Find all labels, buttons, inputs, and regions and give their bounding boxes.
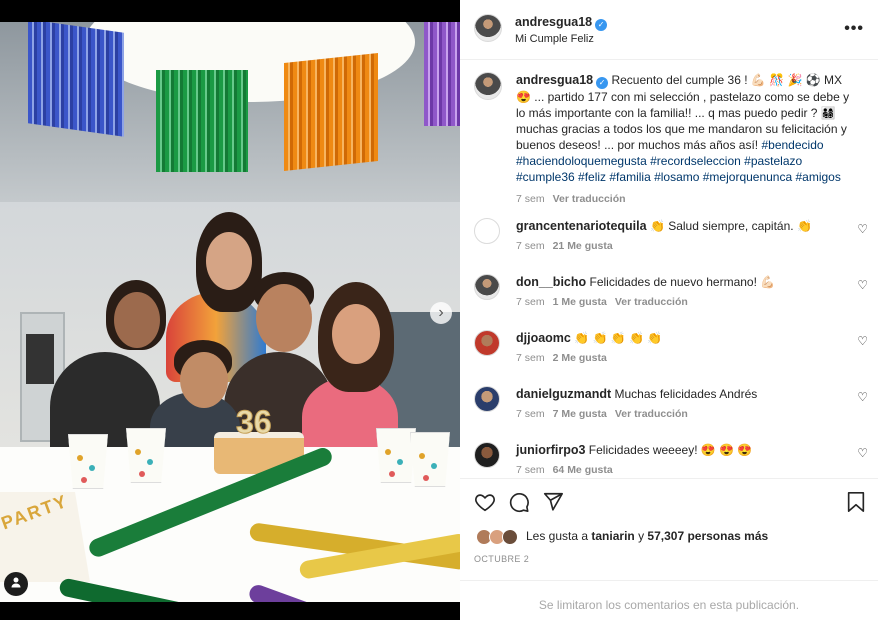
author-username[interactable]: andresgua18 [515,15,592,29]
user-tag-icon[interactable] [4,572,28,596]
comment-meta: 7 sem 1 Me gusta Ver traducción [516,296,688,308]
photo-cup [126,428,166,483]
comment-username[interactable]: don__bicho [516,275,586,289]
comment-avatar[interactable] [474,442,500,468]
photo-face [206,232,252,290]
comment-likes[interactable]: 1 Me gusta [553,296,607,308]
caption-translate-link[interactable]: Ver traducción [553,193,626,205]
photo-face [332,304,380,364]
comments-closed-notice: Se limitaron los comentarios en esta pub… [460,580,878,620]
likes-others[interactable]: 57,307 personas más [647,529,768,543]
comment-username[interactable]: grancentenariotequila [516,219,647,233]
comment-likes[interactable]: 7 Me gusta [553,408,607,420]
comment-time: 7 sem [516,296,545,308]
comment-meta: 7 sem 2 Me gusta [516,352,607,364]
comment-username[interactable]: danielguzmandt [516,387,611,401]
post-caption: andresgua18 ✓ Recuento del cumple 36 ! 💪🏻… [516,72,856,207]
comment-likes[interactable]: 2 Me gusta [553,352,607,364]
caption-meta: 7 sem Ver traducción [516,191,856,207]
caption-time: 7 sem [516,193,545,205]
comment-text: Muchas felicidades Andrés [614,387,758,401]
comment-username[interactable]: djjoaomc [516,331,571,345]
comment-avatar[interactable] [474,330,500,356]
comment-body: danielguzmandt Muchas felicidades Andrés [516,386,836,402]
comment-time: 7 sem [516,464,545,476]
photo-face [114,292,160,348]
likes-joiner: y [638,529,645,544]
comment-item: danielguzmandt Muchas felicidades Andrés… [460,382,878,438]
photo-face [256,284,312,352]
photo-face [180,352,228,408]
comment-avatar[interactable] [474,274,500,300]
post-header: andresgua18 ✓ Mi Cumple Feliz ••• [460,0,878,60]
comment-avatar[interactable] [474,386,500,412]
comment-text: 👏 👏 👏 👏 👏 [574,331,663,345]
comment-item: grancentenariotequila 👏 Salud siempre, c… [460,214,878,270]
verified-badge-icon: ✓ [596,77,609,89]
more-options-icon[interactable]: ••• [844,20,864,38]
comment-meta: 7 sem 21 Me gusta [516,240,613,252]
comment-body: djjoaomc 👏 👏 👏 👏 👏 [516,330,836,346]
bookmark-icon[interactable] [846,491,866,517]
photo-banner-orange [284,53,378,171]
post-date[interactable]: OCTUBRE 2 [474,554,529,564]
comment-time: 7 sem [516,240,545,252]
comment-icon[interactable] [508,491,530,517]
comments-list: andresgua18 ✓ Recuento del cumple 36 ! 💪🏻… [460,60,878,478]
comment-avatar[interactable] [474,218,500,244]
comment-item: don__bicho Felicidades de nuevo hermano!… [460,270,878,326]
comment-body: grancentenariotequila 👏 Salud siempre, c… [516,218,836,234]
photo-cup [376,428,416,483]
author-name-row: andresgua18 ✓ [515,15,608,31]
comment-meta: 7 sem 64 Me gusta [516,464,613,476]
author-avatar[interactable] [474,14,502,42]
comment-time: 7 sem [516,408,545,420]
likes-first-user[interactable]: taniarin [591,529,634,543]
photo-wall-picture [26,334,54,384]
photo-cup [68,434,108,489]
comment-likes[interactable]: 64 Me gusta [553,464,613,476]
comment-translate-link[interactable]: Ver traducción [615,296,688,308]
comment-heart-icon[interactable]: ♡ [857,390,868,404]
photo-cake-candles: 36 [236,404,273,441]
heart-icon[interactable] [474,491,496,517]
likes-summary: Les gusta a taniarin y 57,307 personas m… [476,529,768,545]
comment-time: 7 sem [516,352,545,364]
caption-username[interactable]: andresgua18 [516,73,593,87]
comment-translate-link[interactable]: Ver traducción [615,408,688,420]
comment-heart-icon[interactable]: ♡ [857,446,868,460]
comment-body: juniorfirpo3 Felicidades weeeey! 😍 😍 😍 [516,442,836,458]
post-actions: Les gusta a taniarin y 57,307 personas m… [460,478,878,580]
post-side-panel: andresgua18 ✓ Mi Cumple Feliz ••• andresg… [460,0,878,620]
comment-text: 👏 Salud siempre, capitán. 👏 [649,219,812,233]
comment-item: juniorfirpo3 Felicidades weeeey! 😍 😍 😍 7… [460,438,878,478]
comment-item: djjoaomc 👏 👏 👏 👏 👏 7 sem 2 Me gusta ♡ [460,326,878,382]
chevron-right-icon[interactable]: › [430,302,452,324]
comment-heart-icon[interactable]: ♡ [857,278,868,292]
photo-banner-green [156,70,248,172]
photo-banner-purple [424,22,460,126]
photo-cup [410,432,450,487]
comment-text: Felicidades de nuevo hermano! 💪🏻 [589,275,776,289]
post-photo[interactable]: 36 PARTY [0,22,460,602]
post-location[interactable]: Mi Cumple Feliz [515,33,594,45]
comment-heart-icon[interactable]: ♡ [857,334,868,348]
post-photo-frame: 36 PARTY › [0,0,460,620]
comment-username[interactable]: juniorfirpo3 [516,443,585,457]
paper-plane-icon[interactable] [542,491,564,517]
comment-meta: 7 sem 7 Me gusta Ver traducción [516,408,688,420]
comment-likes[interactable]: 21 Me gusta [553,240,613,252]
verified-badge-icon: ✓ [595,19,608,31]
photo-banner-blue [28,22,124,137]
likes-prefix: Les gusta a [526,529,589,544]
comment-text: Felicidades weeeey! 😍 😍 😍 [588,443,753,457]
comment-heart-icon[interactable]: ♡ [857,222,868,236]
likers-avatars[interactable] [476,529,520,545]
caption-author-avatar[interactable] [474,72,502,100]
comment-body: don__bicho Felicidades de nuevo hermano!… [516,274,836,290]
